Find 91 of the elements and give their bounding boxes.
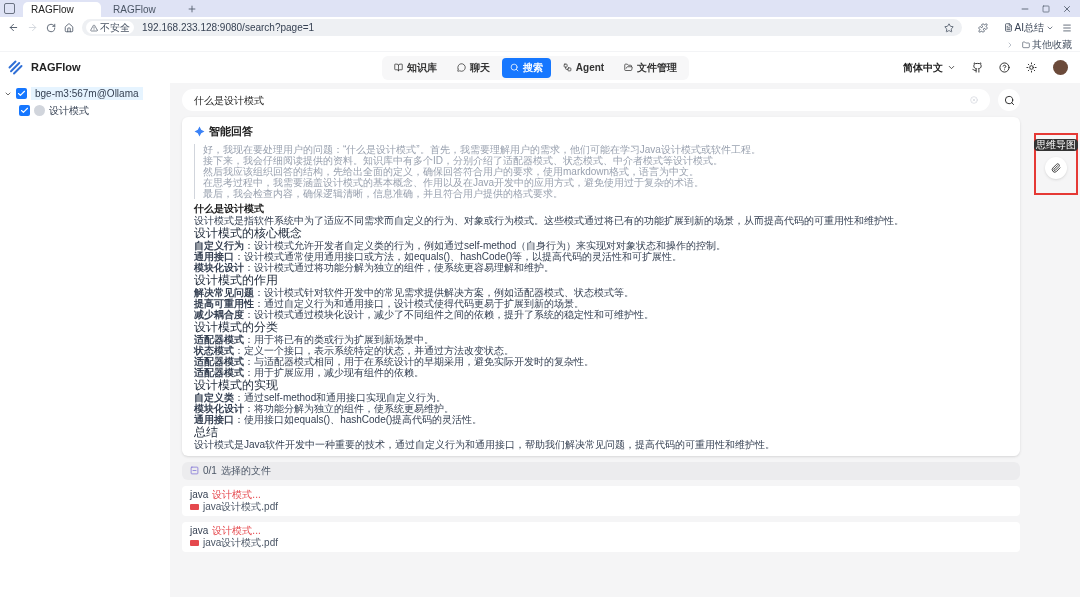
warning-icon [90, 23, 98, 32]
answer-heading: 设计模式的核心概念 [194, 225, 303, 240]
tree-item[interactable]: bge-m3:567m@Ollama [31, 87, 143, 100]
result-highlight: 设计模式... [212, 488, 261, 501]
maximize-icon[interactable] [1042, 4, 1050, 13]
back-icon[interactable] [8, 22, 19, 33]
avatar [34, 105, 45, 116]
answer-item: 适配器模式：用于将已有的类或行为扩展到新场景中。 [194, 333, 434, 345]
file-link[interactable]: java设计模式.pdf [203, 500, 279, 513]
answer-item: 模块化设计：设计模式通过将功能分解为独立的组件，使系统更容易理解和维护。 [194, 261, 554, 273]
answer-item: 提高可重用性：通过自定义行为和通用接口，设计模式使得代码更易于扩展到新的场景。 [194, 297, 584, 309]
logo-icon [8, 60, 23, 75]
tab-actions-icon[interactable] [4, 3, 15, 14]
answer-item: 自定义行为：设计模式允许开发者自定义类的行为，例如通过self-method（自身行为）来实现对对象状态和操作的控制。 [194, 239, 728, 251]
document-icon [1003, 23, 1013, 32]
tree-item[interactable]: 设计模式 [49, 104, 89, 117]
result-card[interactable]: java 设计模式... java设计模式.pdf [182, 521, 1020, 552]
thinking-text: 最后，我会检查内容，确保逻辑清晰，信息准确，并且符合用户提供的格式要求。 [203, 187, 564, 199]
folder-icon [1022, 40, 1030, 49]
thinking-text: 然后我应该组织回答的结构，先给出全面的定义，确保回答符合用户的要求，使用markdown格式，语言为中文。 [203, 165, 701, 177]
nav-tab[interactable]: 文件管理 [616, 57, 686, 78]
file-link[interactable]: java设计模式.pdf [203, 536, 279, 549]
answer-item: 适配器模式：用于扩展应用，减少现有组件的依赖。 [194, 366, 424, 378]
theme-icon[interactable] [1026, 62, 1037, 73]
workflow-icon [562, 63, 572, 72]
nav-tab[interactable]: 知识库 [385, 57, 445, 78]
app-name: RAGFlow [31, 60, 81, 76]
close-icon[interactable] [1062, 3, 1072, 14]
file-count: 0/1 [203, 464, 217, 478]
language-selector[interactable]: 简体中文 [903, 60, 956, 75]
answer-item: 模块化设计：将功能分解为独立的组件，使系统更易维护。 [194, 402, 455, 414]
answer-heading: 设计模式的实现 [194, 377, 278, 392]
paperclip-icon [1051, 163, 1061, 173]
answer-title: 智能回答 [209, 124, 253, 139]
answer-item: 通用接口：使用接口如equals()、hashCode()提高代码的灵活性。 [194, 413, 484, 425]
answer-item: 解决常见问题：设计模式针对软件开发中的常见需求提供解决方案，例如适配器模式、状态模式等。 [194, 286, 635, 298]
search-field[interactable]: 什么是设计模式 [182, 89, 990, 111]
answer-item: 适配器模式：与适配器模式相同，用于在系统设计的早期采用，避免实际开发时的复杂性。 [194, 355, 595, 367]
result-card[interactable]: java 设计模式... java设计模式.pdf [182, 485, 1020, 516]
pdf-icon [190, 539, 199, 546]
extensions-icon[interactable] [977, 22, 988, 33]
answer-paragraph: 设计模式是Java软件开发中一种重要的技术，通过自定义行为和通用接口，帮助我们解决常见问题，提高代码的可重用性和维护性。 [194, 438, 777, 450]
new-tab-icon[interactable] [187, 3, 197, 14]
security-badge[interactable]: 不安全 [86, 21, 134, 34]
file-filter-label: 选择的文件 [220, 464, 271, 478]
bookmark-folder[interactable]: 其他收藏 [1022, 38, 1072, 51]
github-icon[interactable] [972, 62, 983, 73]
answer-paragraph: 设计模式是指软件系统中为了适应不同需求而自定义的行为、对象或行为模式。这些模式通过将已有的功能扩展到新的场景，从而提高代码的可重用性和维护性。 [194, 214, 905, 226]
tooltip: 思维导图 [1034, 139, 1078, 151]
browser-tab[interactable]: RAGFlow [23, 2, 101, 17]
sparkle-icon [194, 125, 205, 137]
help-icon[interactable] [999, 62, 1010, 73]
book-icon [393, 63, 403, 72]
partial-check-icon[interactable] [190, 466, 199, 475]
chevron-down-icon [947, 63, 956, 72]
thinking-text: 接下来，我会仔细阅读提供的资料。知识库中有多个ID，分别介绍了适配器模式、状态模式、中介者模式等设计模式。 [203, 154, 723, 166]
search-button[interactable] [998, 89, 1020, 111]
bookmark-star-icon[interactable] [943, 22, 954, 33]
folder-icon [624, 63, 634, 72]
browser-tab[interactable]: RAGFlow [105, 2, 183, 17]
nav-tab[interactable]: 聊天 [448, 57, 498, 78]
ai-summary-button[interactable]: AI总结 [1003, 20, 1054, 35]
menu-icon[interactable] [1062, 22, 1072, 33]
home-icon[interactable] [64, 22, 74, 33]
pdf-icon [190, 503, 199, 510]
answer-item: 状态模式：定义一个接口，表示系统特定的状态，并通过方法改变状态。 [194, 344, 515, 356]
answer-heading: 设计模式的作用 [194, 272, 279, 287]
result-highlight: 设计模式... [212, 524, 261, 537]
nav-tab[interactable]: 搜索 [501, 57, 551, 78]
checkbox[interactable] [16, 88, 27, 99]
answer-subtitle: 什么是设计模式 [194, 202, 265, 215]
address-bar[interactable]: 不安全 192.168.233.128:9080/search?page=1 [82, 19, 962, 36]
avatar[interactable] [1053, 60, 1068, 75]
result-snippet: java [190, 524, 209, 537]
result-snippet: java [190, 488, 209, 501]
thinking-text: 好，我现在要处理用户的问题：“什么是设计模式”。首先，我需要理解用户的需求，他们可能在学习Java设计模式或软件工程。 [203, 143, 762, 155]
nav-tab[interactable]: Agent [554, 57, 613, 78]
search-icon [509, 63, 519, 72]
thinking-text: 在思考过程中，我需要涵盖设计模式的基本概念、作用以及在Java开发中的应用方式，避免使用过于复杂的术语。 [203, 176, 706, 188]
answer-item: 自定义类：通过self-method和通用接口实现自定义行为。 [194, 391, 448, 403]
checkbox[interactable] [19, 105, 30, 116]
answer-heading: 总结 [194, 424, 218, 439]
reload-icon[interactable] [46, 22, 56, 33]
url-text: 192.168.233.128:9080/search?page=1 [142, 21, 315, 35]
chat-icon [456, 63, 466, 72]
answer-heading: 设计模式的分类 [194, 319, 279, 334]
answer-item: 减少耦合度：设计模式通过模块化设计，减少了不同组件之间的依赖，提升了系统的稳定性和可维护性。 [194, 308, 655, 320]
file-filter-bar[interactable]: 0/1 选择的文件 [182, 461, 1020, 480]
search-icon [1003, 94, 1015, 106]
answer-item: 通用接口：设计模式通常使用通用接口或方法，如equals()、hashCode()等，以提高代码的灵活性和可扩展性。 [194, 250, 683, 262]
attachment-button[interactable] [1045, 157, 1067, 179]
